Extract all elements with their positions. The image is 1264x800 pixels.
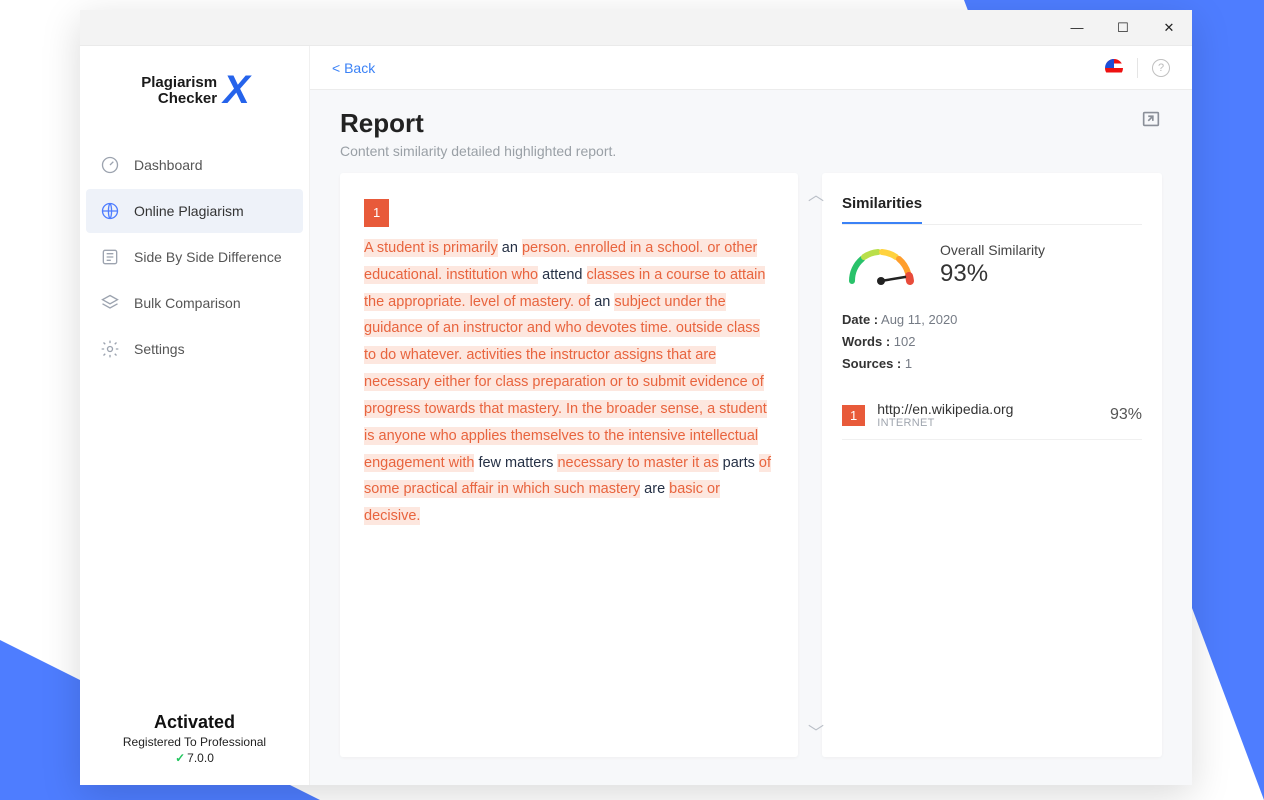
overall-label: Overall Similarity [940, 242, 1045, 258]
overall-percentage: 93% [940, 260, 1045, 288]
scroll-up-button[interactable]: ︿ [808, 181, 824, 211]
titlebar: — ☐ ✕ [80, 10, 1192, 46]
topbar: < Back ? [310, 46, 1192, 90]
sidebar-item-settings[interactable]: Settings [86, 327, 303, 371]
divider [1137, 58, 1138, 78]
logo-line2: Checker [158, 90, 217, 107]
report-body: A student is primarily an person. enroll… [364, 239, 771, 525]
maximize-button[interactable]: ☐ [1100, 10, 1146, 46]
app-window: — ☐ ✕ PlagiarismChecker X Dashboard Onli… [80, 10, 1192, 785]
activation-subtitle: Registered To Professional [90, 735, 299, 749]
activation-status: Activated Registered To Professional ✓7.… [80, 692, 309, 785]
similarities-panel: Similarities [822, 173, 1162, 757]
plain-text: attend [538, 267, 586, 283]
sidebar-item-bulk-comparison[interactable]: Bulk Comparison [86, 281, 303, 325]
page-header: Report Content similarity detailed highl… [310, 90, 1192, 173]
gauge-icon [842, 241, 920, 289]
back-button[interactable]: < Back [332, 60, 375, 76]
page-title: Report [340, 108, 616, 139]
source-type: INTERNET [877, 417, 1098, 429]
highlighted-text: subject under the guidance of an instruc… [364, 293, 767, 472]
source-url: http://en.wikipedia.org [877, 401, 1098, 417]
columns-icon [100, 247, 120, 267]
highlighted-text: A student is primarily [364, 239, 498, 257]
sidebar-item-side-by-side[interactable]: Side By Side Difference [86, 235, 303, 279]
globe-icon [100, 201, 120, 221]
source-percentage: 93% [1110, 406, 1142, 424]
activation-title: Activated [90, 712, 299, 733]
source-badge: 1 [842, 405, 865, 426]
plain-text: few matters [474, 455, 557, 471]
sidebar-item-online-plagiarism[interactable]: Online Plagiarism [86, 189, 303, 233]
gauge-icon [100, 155, 120, 175]
meta-sources: 1 [905, 356, 912, 371]
sidebar-item-label: Bulk Comparison [134, 295, 241, 311]
language-flag-icon[interactable] [1105, 59, 1123, 77]
source-badge: 1 [364, 199, 389, 227]
gear-icon [100, 339, 120, 359]
sidebar-item-label: Online Plagiarism [134, 203, 244, 219]
plain-text: parts [719, 455, 759, 471]
check-icon: ✓ [175, 751, 185, 765]
main: < Back ? Report Content similarity detai… [310, 46, 1192, 785]
scroll-down-button[interactable]: ﹀ [808, 719, 824, 749]
close-button[interactable]: ✕ [1146, 10, 1192, 46]
report-text-card: ︿ 1 A student is primarily an person. en… [340, 173, 798, 757]
highlighted-text: necessary to master it as [557, 454, 718, 472]
minimize-button[interactable]: — [1054, 10, 1100, 46]
plain-text: an [590, 294, 614, 310]
sidebar: PlagiarismChecker X Dashboard Online Pla… [80, 46, 310, 785]
page-subtitle: Content similarity detailed highlighted … [340, 143, 616, 159]
sidebar-item-label: Side By Side Difference [134, 249, 282, 265]
app-logo: PlagiarismChecker X [80, 46, 309, 143]
plain-text: are [640, 481, 669, 497]
activation-version: ✓7.0.0 [90, 751, 299, 765]
sidebar-item-dashboard[interactable]: Dashboard [86, 143, 303, 187]
logo-line1: Plagiarism [141, 74, 217, 91]
overall-similarity: Overall Similarity 93% [842, 241, 1142, 289]
report-meta: Date : Aug 11, 2020 Words : 102 Sources … [842, 309, 1142, 375]
layers-icon [100, 293, 120, 313]
source-row[interactable]: 1 http://en.wikipedia.org INTERNET 93% [842, 391, 1142, 440]
meta-date: Aug 11, 2020 [881, 312, 957, 327]
plain-text: an [498, 240, 522, 256]
help-button[interactable]: ? [1152, 59, 1170, 77]
logo-x-icon: X [223, 68, 248, 113]
sidebar-item-label: Dashboard [134, 157, 203, 173]
meta-words: 102 [894, 334, 916, 349]
nav: Dashboard Online Plagiarism Side By Side… [80, 143, 309, 371]
export-button[interactable] [1140, 108, 1162, 135]
sidebar-item-label: Settings [134, 341, 185, 357]
similarities-title: Similarities [842, 195, 922, 224]
